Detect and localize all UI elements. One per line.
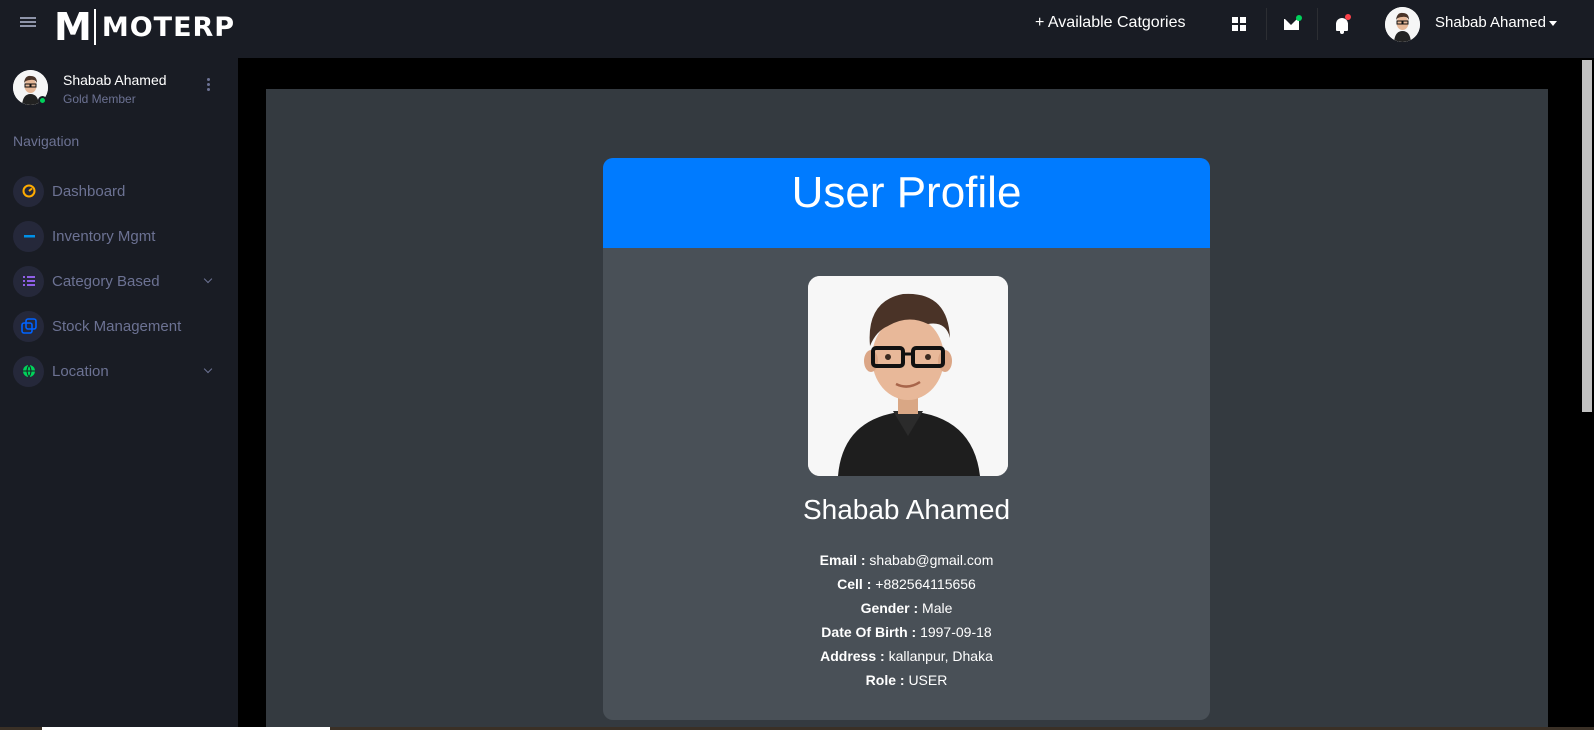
detail-label: Gender : xyxy=(860,600,919,616)
globe-icon xyxy=(13,355,44,387)
profile-name: Shabab Ahamed xyxy=(802,494,1011,525)
detail-value: kallanpur, Dhaka xyxy=(888,648,993,664)
detail-row-role: Role : USER xyxy=(603,668,1210,692)
sidebar-item-inventory[interactable]: Inventory Mgmt xyxy=(13,220,223,252)
notification-badge xyxy=(1345,14,1351,20)
detail-label: Date Of Birth : xyxy=(821,624,917,640)
sidebar-item-dashboard[interactable]: Dashboard xyxy=(13,175,223,207)
mail-icon[interactable] xyxy=(1279,12,1303,36)
menu-toggle-icon[interactable] xyxy=(20,15,36,29)
mail-badge xyxy=(1296,15,1302,21)
sidebar-profile: Shabab Ahamed Gold Member xyxy=(13,70,223,110)
top-navbar: M MOTERP + Available Catgories Shabab Ah… xyxy=(0,0,1594,58)
sidebar-item-category-based[interactable]: Category Based xyxy=(13,265,223,297)
detail-label: Cell : xyxy=(837,576,872,592)
sidebar: Shabab Ahamed Gold Member Navigation Das… xyxy=(0,58,238,730)
profile-details: Email : shabab@gmail.com Cell : +8825641… xyxy=(603,548,1210,692)
scrollbar-thumb[interactable] xyxy=(1582,60,1592,412)
sidebar-item-label: Dashboard xyxy=(52,182,126,200)
detail-row-cell: Cell : +882564115656 xyxy=(603,572,1210,596)
divider xyxy=(1317,8,1318,40)
minus-icon xyxy=(13,220,44,252)
chevron-down-icon xyxy=(203,364,213,374)
list-icon xyxy=(13,265,44,297)
detail-value: +882564115656 xyxy=(875,576,976,592)
brand-logo[interactable]: M MOTERP xyxy=(54,8,235,46)
divider xyxy=(1266,8,1267,40)
sidebar-item-label: Location xyxy=(52,362,109,380)
online-status-icon xyxy=(38,96,47,105)
detail-label: Address : xyxy=(820,648,885,664)
detail-label: Role : xyxy=(865,672,905,688)
detail-label: Email : xyxy=(819,552,866,568)
detail-row-email: Email : shabab@gmail.com xyxy=(603,548,1210,572)
avatar[interactable] xyxy=(1385,7,1420,42)
logo-text: MOTERP xyxy=(101,11,236,43)
detail-value: shabab@gmail.com xyxy=(869,552,994,568)
sidebar-user-name: Shabab Ahamed xyxy=(63,72,167,88)
user-menu-name[interactable]: Shabab Ahamed xyxy=(1435,14,1546,31)
detail-row-gender: Gender : Male xyxy=(603,596,1210,620)
sidebar-item-label: Inventory Mgmt xyxy=(52,227,156,245)
sidebar-user-role: Gold Member xyxy=(63,92,136,106)
chevron-down-icon xyxy=(203,274,213,284)
bell-icon[interactable] xyxy=(1330,12,1354,36)
detail-value: USER xyxy=(908,672,948,688)
logo-divider xyxy=(93,9,96,45)
chevron-down-icon[interactable] xyxy=(1549,21,1557,26)
speedometer-icon xyxy=(13,175,44,207)
sidebar-item-label: Stock Management xyxy=(52,317,182,335)
scrollbar[interactable] xyxy=(1580,58,1594,730)
profile-photo xyxy=(808,276,1008,476)
available-categories-link[interactable]: + Available Catgories xyxy=(1035,14,1185,32)
sidebar-item-stock-management[interactable]: Stock Management xyxy=(13,310,223,342)
detail-row-address: Address : kallanpur, Dhaka xyxy=(603,644,1210,668)
copy-icon xyxy=(13,310,44,342)
more-options-icon[interactable] xyxy=(207,78,210,93)
card-header: User Profile xyxy=(603,158,1210,248)
detail-value: 1997-09-18 xyxy=(920,624,992,640)
detail-row-dob: Date Of Birth : 1997-09-18 xyxy=(603,620,1210,644)
page-title: User Profile xyxy=(791,168,1022,217)
nav-section-title: Navigation xyxy=(13,133,80,149)
sidebar-item-label: Category Based xyxy=(52,272,160,290)
sidebar-item-location[interactable]: Location xyxy=(13,355,223,387)
apps-grid-icon[interactable] xyxy=(1227,12,1251,36)
user-profile-card: User Profile Shabab Ahamed Email : shaba… xyxy=(603,158,1210,720)
logo-letter: M xyxy=(54,5,92,49)
detail-value: Male xyxy=(922,600,953,616)
